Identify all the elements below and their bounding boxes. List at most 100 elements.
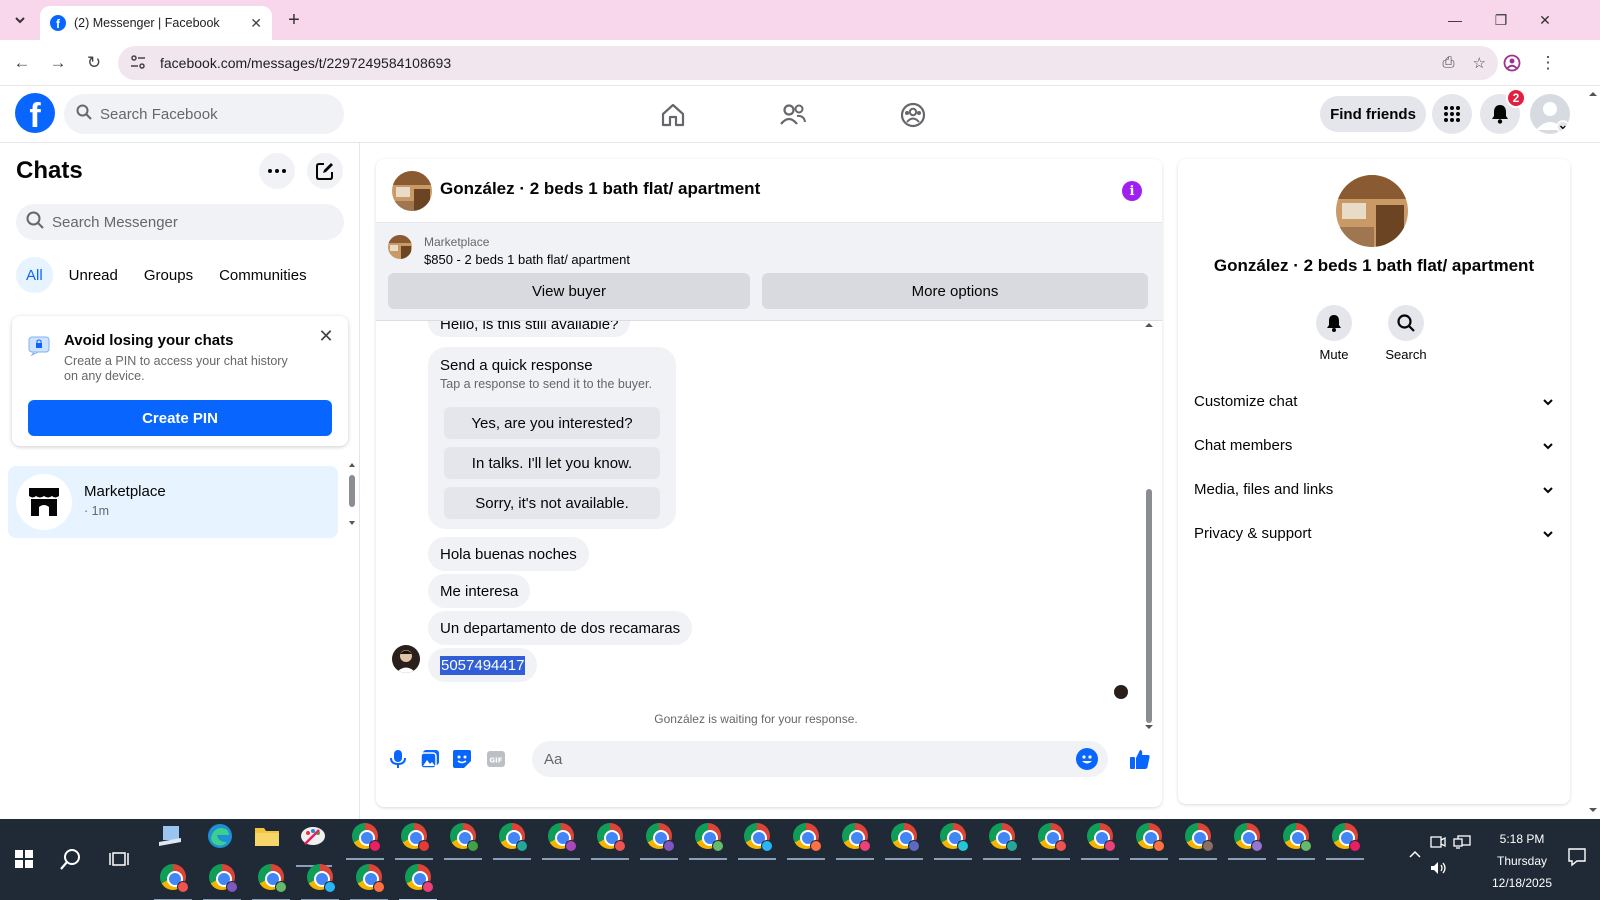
facebook-search-input[interactable]: Search Facebook — [64, 94, 344, 134]
chrome-window-icon[interactable] — [305, 862, 336, 893]
close-icon[interactable]: ✕ — [316, 326, 336, 346]
clock-day[interactable]: Thursday — [1490, 854, 1554, 868]
clock-time[interactable]: 5:18 PM — [1490, 832, 1554, 846]
taskbar-search-icon[interactable] — [56, 844, 86, 874]
chrome-window-icon[interactable] — [595, 821, 626, 852]
chrome-window-icon[interactable] — [497, 821, 528, 852]
friends-icon[interactable] — [778, 100, 808, 130]
sidebar-scrollbar[interactable] — [348, 461, 356, 531]
view-buyer-button[interactable]: View buyer — [388, 273, 750, 309]
tab-search-chevron-icon[interactable] — [8, 8, 32, 32]
find-friends-button[interactable]: Find friends — [1320, 96, 1426, 132]
bookmark-star-icon[interactable]: ☆ — [1473, 54, 1486, 72]
chrome-window-icon[interactable] — [889, 821, 920, 852]
messenger-search-input[interactable]: Search Messenger — [16, 204, 344, 240]
page-scroll-down-icon[interactable] — [1588, 806, 1598, 814]
create-pin-button[interactable]: Create PIN — [28, 400, 332, 436]
notifications-center-icon[interactable] — [1562, 842, 1592, 872]
sender-avatar[interactable] — [392, 645, 420, 673]
chrome-window-icon[interactable] — [403, 862, 434, 893]
chat-members-section[interactable]: Chat members — [1194, 425, 1554, 465]
conversation-title[interactable]: González · 2 beds 1 bath flat/ apartment — [440, 179, 760, 199]
browser-menu-icon[interactable]: ⋮ — [1536, 51, 1560, 75]
site-info-icon[interactable] — [130, 54, 148, 72]
chat-list-item[interactable]: Marketplace · 1m — [8, 466, 338, 538]
filter-groups[interactable]: Groups — [134, 257, 203, 293]
browser-tab-messenger[interactable]: f (2) Messenger | Facebook ✕ — [40, 6, 272, 40]
facebook-logo-icon[interactable]: f — [15, 93, 55, 133]
volume-icon[interactable] — [1424, 853, 1454, 883]
gif-icon[interactable]: GIF — [484, 747, 508, 771]
microphone-icon[interactable] — [386, 747, 410, 771]
info-icon[interactable]: i — [1122, 181, 1142, 201]
chrome-window-icon[interactable] — [693, 821, 724, 852]
chrome-window-icon[interactable] — [1330, 821, 1361, 852]
chrome-window-icon[interactable] — [399, 821, 430, 852]
file-explorer-icon[interactable] — [252, 821, 282, 851]
listing-avatar[interactable] — [392, 171, 432, 211]
chrome-window-icon[interactable] — [1232, 821, 1263, 852]
new-message-icon[interactable] — [307, 153, 343, 189]
chrome-window-icon[interactable] — [1183, 821, 1214, 852]
window-close-icon[interactable]: ✕ — [1522, 0, 1568, 40]
restore-icon[interactable]: ❐ — [1478, 0, 1524, 40]
chrome-window-icon[interactable] — [207, 862, 238, 893]
account-avatar[interactable] — [1530, 94, 1570, 134]
sticker-icon[interactable] — [450, 747, 474, 771]
address-bar[interactable]: facebook.com/messages/t/2297249584108693… — [118, 46, 1498, 80]
chrome-window-icon[interactable] — [1134, 821, 1165, 852]
task-view-icon[interactable] — [104, 844, 134, 874]
profile-icon[interactable] — [1500, 51, 1524, 75]
search-chat-button[interactable]: Search — [1376, 305, 1436, 362]
back-icon[interactable]: ← — [10, 51, 34, 75]
edge-browser-icon[interactable] — [205, 821, 235, 851]
more-options-icon[interactable] — [259, 153, 295, 189]
menu-grid-icon[interactable] — [1432, 94, 1472, 134]
app-pinned-icon[interactable] — [155, 821, 185, 851]
forward-icon[interactable]: → — [46, 51, 70, 75]
chrome-window-icon[interactable] — [546, 821, 577, 852]
filter-unread[interactable]: Unread — [59, 257, 128, 293]
message-input[interactable]: Aa — [532, 741, 1108, 777]
privacy-support-section[interactable]: Privacy & support — [1194, 513, 1554, 553]
quick-response-option[interactable]: Yes, are you interested? — [444, 407, 660, 439]
chrome-window-icon[interactable] — [791, 821, 822, 852]
chrome-window-icon[interactable] — [256, 862, 287, 893]
reload-icon[interactable]: ↻ — [82, 51, 106, 75]
install-app-icon[interactable]: ⎙ — [1443, 54, 1455, 72]
thumbs-up-icon[interactable] — [1128, 747, 1152, 771]
chrome-window-icon[interactable] — [742, 821, 773, 852]
chrome-window-icon[interactable] — [448, 821, 479, 852]
page-scroll-up-icon[interactable] — [1588, 90, 1598, 98]
listing-price-title[interactable]: $850 - 2 beds 1 bath flat/ apartment — [424, 252, 630, 267]
mute-button[interactable]: Mute — [1304, 305, 1364, 362]
chrome-window-icon[interactable] — [350, 821, 381, 852]
chrome-window-icon[interactable] — [354, 862, 385, 893]
chrome-window-icon[interactable] — [1281, 821, 1312, 852]
windows-start-icon[interactable] — [9, 844, 39, 874]
paint-app-icon[interactable] — [298, 821, 328, 851]
chrome-window-icon[interactable] — [938, 821, 969, 852]
chrome-window-icon[interactable] — [840, 821, 871, 852]
quick-response-option[interactable]: Sorry, it's not available. — [444, 487, 660, 519]
groups-icon[interactable] — [898, 100, 928, 130]
clock-date[interactable]: 12/18/2025 — [1480, 876, 1564, 890]
more-options-button[interactable]: More options — [762, 273, 1148, 309]
chrome-window-icon[interactable] — [158, 862, 189, 893]
quick-response-option[interactable]: In talks. I'll let you know. — [444, 447, 660, 479]
photo-icon[interactable] — [418, 747, 442, 771]
chrome-window-icon[interactable] — [1036, 821, 1067, 852]
customize-chat-section[interactable]: Customize chat — [1194, 381, 1554, 421]
minimize-icon[interactable]: — — [1432, 0, 1478, 40]
tab-close-icon[interactable]: ✕ — [250, 15, 262, 32]
chrome-window-icon[interactable] — [1085, 821, 1116, 852]
new-tab-icon[interactable]: + — [282, 8, 306, 32]
chrome-window-icon[interactable] — [644, 821, 675, 852]
media-files-links-section[interactable]: Media, files and links — [1194, 469, 1554, 509]
filter-all[interactable]: All — [16, 257, 53, 293]
chrome-window-icon[interactable] — [987, 821, 1018, 852]
filter-communities[interactable]: Communities — [209, 257, 317, 293]
home-icon[interactable] — [658, 100, 688, 130]
conversation-scrollbar[interactable] — [1144, 321, 1154, 733]
emoji-icon[interactable] — [1076, 748, 1098, 770]
